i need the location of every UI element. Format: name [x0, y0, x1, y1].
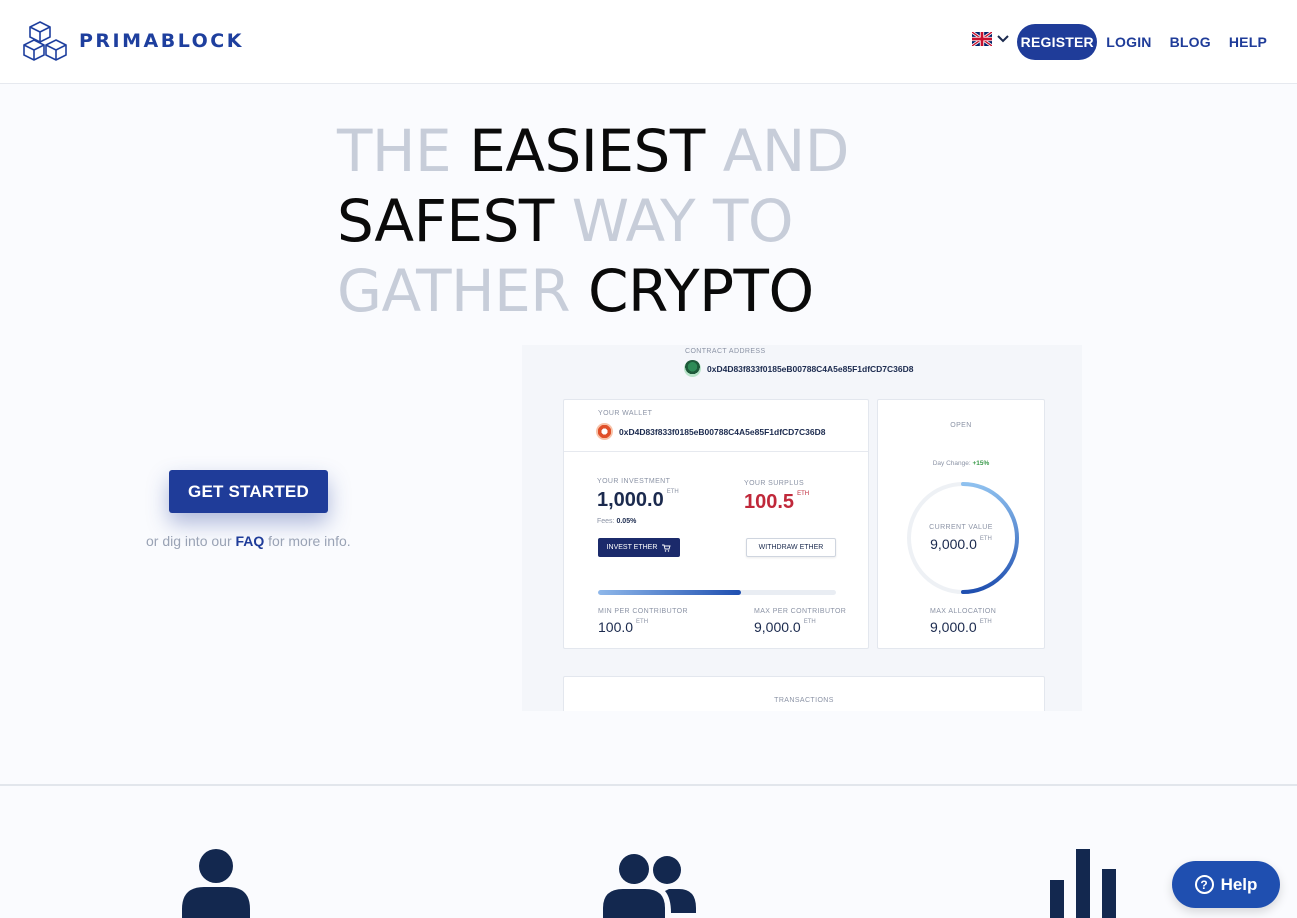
headline-word: WAY TO — [553, 187, 794, 255]
min-contributor-value: 100.0 ETH — [598, 619, 648, 635]
min-contributor-label: MIN PER CONTRIBUTOR — [598, 608, 688, 615]
headline-line-1: THE EASIEST AND — [337, 116, 849, 186]
transactions-card: TRANSACTIONS — [563, 676, 1045, 711]
main-nav: REGISTER LOGIN BLOG HELP — [1017, 24, 1267, 60]
headline-word: EASIEST — [469, 117, 705, 185]
wallet-card: YOUR WALLET 0xD4D83f833f0185eB00788C4A5e… — [563, 399, 869, 649]
eth-unit: ETH — [797, 491, 810, 497]
faq-suffix: for more info. — [264, 533, 351, 549]
max-amount: 9,000.0 — [754, 619, 801, 635]
headline-word: GATHER — [337, 257, 571, 325]
current-value-label: CURRENT VALUE — [929, 524, 993, 531]
contract-avatar — [684, 360, 701, 377]
user-icon — [182, 849, 250, 918]
language-selector[interactable] — [972, 32, 1010, 46]
surplus-value: 100.5 ETH — [744, 491, 809, 514]
pool-status: OPEN — [950, 422, 972, 429]
faq-prefix: or dig into our — [146, 533, 236, 549]
logo-cubes-icon — [23, 21, 67, 61]
wallet-avatar — [596, 423, 613, 440]
day-change: Day Change: +15% — [878, 460, 1044, 467]
cart-icon — [662, 544, 672, 552]
get-started-button[interactable]: GET STARTED — [169, 470, 328, 513]
pool-status-card: OPEN Day Change: +15% CURRENT VALUE 9,00… — [877, 399, 1045, 649]
withdraw-ether-button[interactable]: WITHDRAW ETHER — [746, 538, 836, 557]
wallet-address-value: 0xD4D83f833f0185eB00788C4A5e85F1dfCD7C36… — [619, 426, 826, 437]
eth-unit: ETH — [636, 619, 649, 625]
current-value: 9,000.0 ETH — [878, 536, 1044, 552]
surplus-amount: 100.5 — [744, 491, 795, 513]
features-section — [0, 786, 1297, 918]
question-icon: ? — [1194, 875, 1214, 894]
help-widget-label: Help — [1220, 874, 1258, 894]
contract-address-label: CONTRACT ADDRESS — [685, 348, 766, 355]
top-navbar: PRIMABLOCK REGISTER LOGIN BLOG HELP — [0, 0, 1297, 84]
allocation-amount: 9,000.0 — [930, 619, 977, 635]
faq-hint: or dig into our FAQ for more info. — [146, 533, 351, 549]
chevron-down-icon — [997, 35, 1009, 43]
surplus-label: YOUR SURPLUS — [744, 480, 805, 487]
invest-ether-button[interactable]: INVEST ETHER — [598, 538, 680, 557]
bar-chart-icon — [1050, 849, 1116, 918]
invest-ether-label: INVEST ETHER — [606, 544, 658, 551]
dashboard-preview: CONTRACT ADDRESS 0xD4D83f833f0185eB00788… — [522, 345, 1082, 711]
current-amount: 9,000.0 — [930, 536, 977, 552]
register-button[interactable]: REGISTER — [1017, 24, 1098, 60]
brand-name: PRIMABLOCK — [79, 30, 244, 52]
max-allocation-label: MAX ALLOCATION — [930, 608, 997, 615]
card-divider — [564, 451, 868, 452]
help-link[interactable]: HELP — [1229, 34, 1267, 50]
fees-value: 0.05% — [616, 518, 637, 525]
min-amount: 100.0 — [598, 619, 634, 635]
transactions-label: TRANSACTIONS — [774, 697, 834, 704]
eth-unit: ETH — [979, 536, 992, 542]
max-allocation-value: 9,000.0 ETH — [930, 619, 992, 635]
day-change-value: +15% — [972, 460, 990, 467]
users-icon — [603, 854, 696, 918]
blog-link[interactable]: BLOG — [1170, 34, 1211, 50]
progress-fill — [598, 590, 741, 595]
investment-label: YOUR INVESTMENT — [597, 478, 671, 485]
headline-line-2: SAFEST WAY TO — [337, 186, 849, 256]
contract-address-value: 0xD4D83f833f0185eB00788C4A5e85F1dfCD7C36… — [707, 363, 914, 374]
max-contributor-label: MAX PER CONTRIBUTOR — [754, 608, 847, 615]
fees: Fees: 0.05% — [597, 518, 636, 525]
fees-label: Fees: — [597, 518, 615, 525]
investment-amount: 1,000.0 — [597, 489, 664, 511]
help-widget-button[interactable]: ? Help — [1172, 861, 1280, 908]
day-change-label: Day Change: — [932, 460, 971, 467]
headline-word: SAFEST — [337, 187, 554, 255]
eth-unit: ETH — [803, 619, 816, 625]
login-link[interactable]: LOGIN — [1106, 34, 1151, 50]
allocation-progress-bar — [598, 590, 836, 595]
faq-link[interactable]: FAQ — [236, 533, 265, 549]
uk-flag-icon — [972, 32, 992, 46]
headline-word: THE — [337, 117, 470, 185]
eth-unit: ETH — [979, 619, 992, 625]
brand-logo[interactable]: PRIMABLOCK — [23, 20, 244, 62]
wallet-address: 0xD4D83f833f0185eB00788C4A5e85F1dfCD7C36… — [596, 423, 826, 440]
headline-word: CRYPTO — [570, 257, 814, 325]
eth-unit: ETH — [666, 489, 679, 495]
max-contributor-value: 9,000.0 ETH — [754, 619, 816, 635]
headline-line-3: GATHER CRYPTO — [337, 256, 849, 326]
contract-address: 0xD4D83f833f0185eB00788C4A5e85F1dfCD7C36… — [684, 360, 914, 377]
hero-headline: THE EASIEST AND SAFEST WAY TO GATHER CRY… — [337, 116, 849, 326]
headline-word: AND — [704, 117, 850, 185]
wallet-label: YOUR WALLET — [598, 410, 653, 417]
investment-value: 1,000.0 ETH — [597, 489, 679, 512]
